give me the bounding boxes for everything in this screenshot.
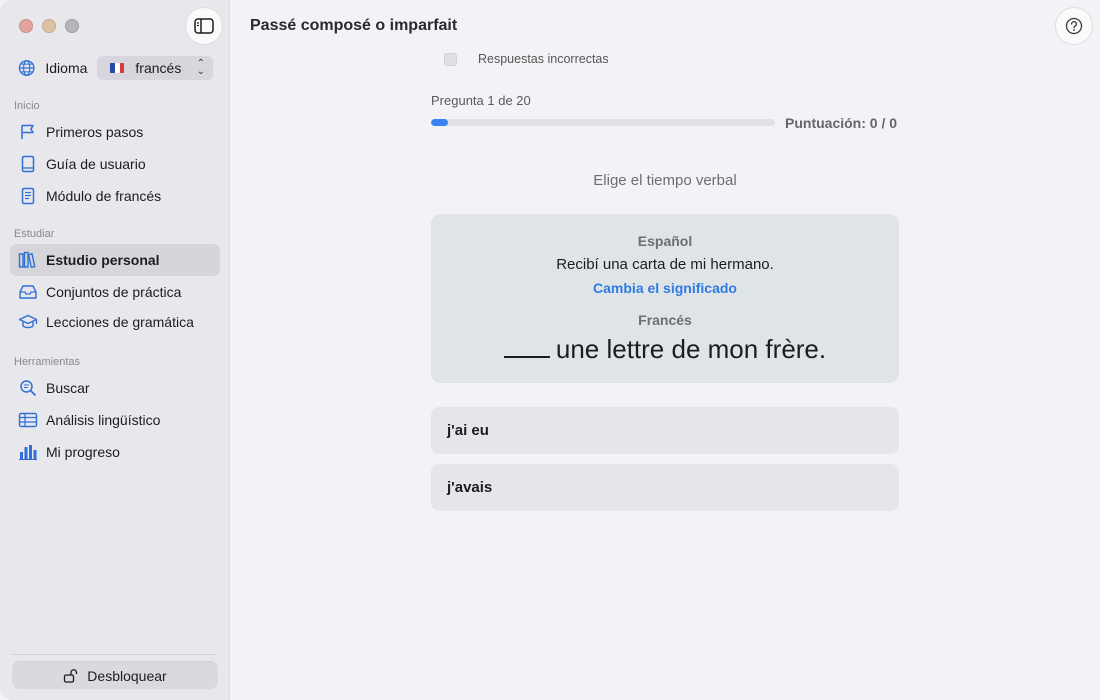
section-title-inicio: Inicio: [14, 100, 40, 112]
language-label: Idioma: [45, 60, 88, 76]
target-sentence: une lettre de mon frère.: [431, 334, 899, 365]
sidebar-item-label: Primeros pasos: [46, 124, 144, 140]
help-button[interactable]: [1055, 7, 1093, 45]
sidebar-item-label: Guía de usuario: [46, 156, 146, 172]
sidebar-item-label: Conjuntos de práctica: [46, 284, 182, 300]
target-sentence-text: une lettre de mon frère.: [555, 334, 827, 364]
answer-option[interactable]: j'ai eu: [431, 407, 899, 454]
sidebar: Idioma francés ⌃ ⌄ Inicio Primeros pasos …: [0, 0, 230, 700]
section-title-estudiar: Estudiar: [14, 228, 55, 240]
answer-option[interactable]: j'avais: [431, 464, 899, 511]
sidebar-item-label: Estudio personal: [46, 252, 160, 268]
sidebar-divider: [12, 654, 217, 655]
sidebar-item-mi-progreso[interactable]: Mi progreso: [10, 436, 220, 468]
sidebar-item-lecciones-de-gramatica[interactable]: Lecciones de gramática: [10, 306, 220, 338]
source-language-label: Español: [637, 233, 693, 249]
language-select[interactable]: francés ⌃ ⌄: [97, 56, 213, 80]
app-window: Idioma francés ⌃ ⌄ Inicio Primeros pasos …: [0, 0, 1100, 700]
change-meaning-link[interactable]: Cambia el significado: [431, 280, 899, 296]
sidebar-toggle-button[interactable]: [185, 7, 223, 45]
globe-icon: [18, 60, 35, 76]
document-icon: [18, 186, 38, 206]
tray-icon: [18, 282, 38, 302]
france-flag-icon: [110, 63, 125, 73]
maximize-window-button[interactable]: [65, 19, 79, 33]
instruction-text: Elige el tiempo verbal: [593, 172, 737, 189]
sidebar-item-modulo-de-frances[interactable]: Módulo de francés: [10, 180, 220, 212]
incorrect-answers-row: Respuestas incorrectas: [444, 52, 609, 66]
sidebar-toggle-icon: [194, 18, 214, 34]
page-title: Passé composé o imparfait: [250, 17, 458, 34]
language-row: Idioma francés ⌃ ⌄: [18, 56, 213, 80]
sidebar-item-label: Lecciones de gramática: [46, 314, 194, 330]
language-select-value: francés: [135, 60, 182, 76]
target-language-label: Francés: [638, 312, 692, 328]
unlock-label: Desbloquear: [87, 667, 167, 684]
sidebar-item-estudio-personal[interactable]: Estudio personal: [10, 244, 220, 276]
progress-bar: [431, 119, 775, 126]
incorrect-answers-checkbox[interactable]: [444, 52, 457, 66]
question-mark-icon: [1065, 17, 1083, 35]
book-icon: [18, 154, 38, 174]
main-content: Passé composé o imparfait Respuestas inc…: [230, 0, 1100, 700]
sidebar-item-label: Módulo de francés: [46, 188, 162, 204]
minimize-window-button[interactable]: [42, 19, 56, 33]
unlock-button[interactable]: Desbloquear: [12, 661, 218, 689]
sidebar-item-conjuntos-de-practica[interactable]: Conjuntos de práctica: [10, 276, 220, 308]
unlock-icon: [63, 668, 79, 683]
table-icon: [18, 410, 38, 430]
window-controls: [19, 19, 79, 33]
source-sentence: Recibí una carta de mi hermano.: [556, 256, 774, 273]
score-text: Puntuación: 0 / 0: [785, 115, 898, 131]
sidebar-item-label: Mi progreso: [46, 444, 120, 460]
sidebar-item-primeros-pasos[interactable]: Primeros pasos: [10, 116, 220, 148]
sidebar-item-buscar[interactable]: Buscar: [10, 372, 220, 404]
section-title-herramientas: Herramientas: [14, 356, 81, 368]
question-progress-label: Pregunta 1 de 20: [431, 93, 531, 108]
bar-chart-icon: [18, 442, 38, 462]
sidebar-item-label: Buscar: [46, 380, 90, 396]
close-window-button[interactable]: [19, 19, 33, 33]
chevron-up-down-icon: ⌃ ⌄: [196, 58, 205, 77]
graduation-cap-icon: [18, 312, 38, 332]
progress-bar-fill: [431, 119, 449, 126]
answer-blank: [503, 338, 550, 358]
sidebar-item-guia-de-usuario[interactable]: Guía de usuario: [10, 148, 220, 180]
sidebar-item-analisis-linguistico[interactable]: Análisis lingüístico: [10, 404, 220, 436]
incorrect-answers-label: Respuestas incorrectas: [478, 52, 609, 66]
sidebar-item-label: Análisis lingüístico: [46, 412, 161, 428]
search-icon: [18, 378, 38, 398]
question-card: Español Recibí una carta de mi hermano. …: [431, 214, 899, 383]
flag-icon: [18, 122, 38, 142]
books-icon: [18, 250, 38, 270]
